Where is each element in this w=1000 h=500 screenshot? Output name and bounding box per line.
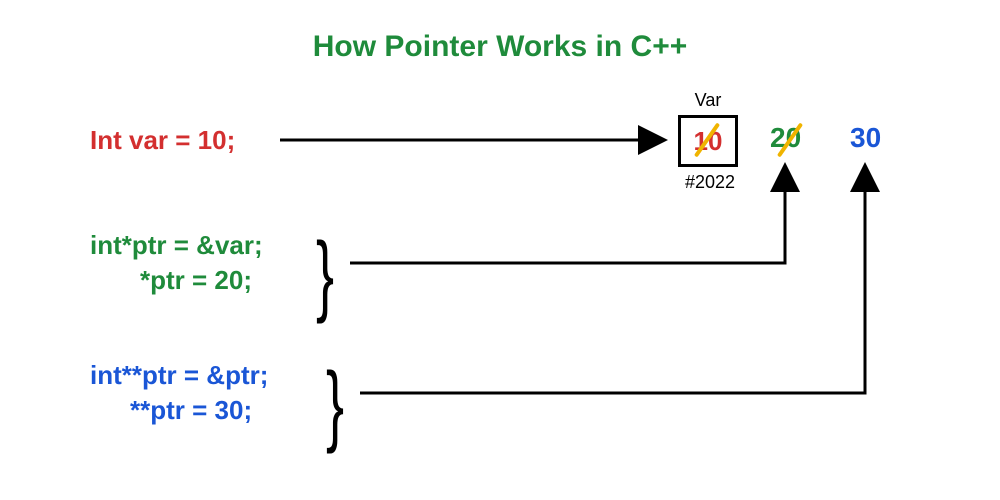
var-label: Var bbox=[678, 90, 738, 111]
code-line-3b: **ptr = 30; bbox=[130, 395, 252, 426]
value-third: 30 bbox=[850, 122, 881, 154]
page-title: How Pointer Works in C++ bbox=[0, 30, 1000, 64]
brace-icon: } bbox=[316, 240, 334, 310]
code-line-2a: int*ptr = &var; bbox=[90, 230, 263, 261]
code-line-3a: int**ptr = &ptr; bbox=[90, 360, 268, 391]
code-line-1: Int var = 10; bbox=[90, 125, 235, 156]
address-label: #2022 bbox=[670, 172, 750, 193]
arrow-line-3 bbox=[360, 165, 865, 393]
code-line-2b: *ptr = 20; bbox=[140, 265, 252, 296]
brace-icon: } bbox=[326, 370, 344, 440]
